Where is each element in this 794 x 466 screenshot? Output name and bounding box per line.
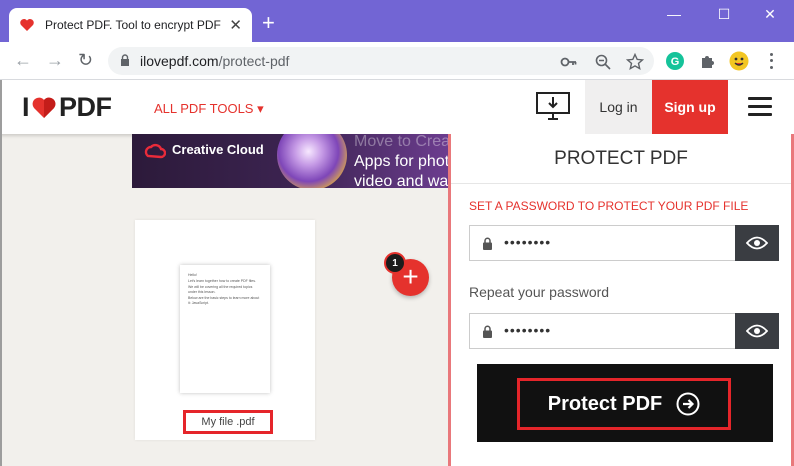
file-card[interactable]: Hello! Let's learn together how to creat…: [135, 220, 315, 440]
address-bar[interactable]: ilovepdf.com/protect-pdf: [108, 47, 654, 75]
new-tab-button[interactable]: +: [262, 12, 275, 34]
reload-icon[interactable]: ↻: [78, 50, 93, 71]
login-button[interactable]: Log in: [585, 80, 652, 134]
ilovepdf-favicon-icon: [19, 17, 35, 33]
lock-icon: [121, 54, 129, 66]
close-window-button[interactable]: ✕: [750, 6, 790, 23]
desktop-download-icon[interactable]: [536, 92, 570, 122]
svg-text:G: G: [671, 56, 680, 68]
ad-text: Move to Crea Apps for phot video and wa: [354, 134, 448, 188]
file-thumbnail: Hello! Let's learn together how to creat…: [180, 265, 270, 393]
password-field[interactable]: ••••••••: [469, 225, 735, 261]
show-password-eye-icon[interactable]: [735, 225, 779, 261]
protect-pdf-button[interactable]: Protect PDF: [517, 378, 731, 430]
tab-title: Protect PDF. Tool to encrypt PDF: [45, 18, 221, 32]
password-value: ••••••••: [504, 234, 552, 250]
creative-cloud-icon: [144, 143, 166, 159]
extensions-puzzle-icon[interactable]: [698, 51, 718, 71]
hamburger-menu-icon[interactable]: [748, 97, 772, 117]
browser-menu-icon[interactable]: [768, 51, 774, 71]
back-arrow-icon[interactable]: ←: [14, 50, 32, 71]
ad-brand: Creative Cloud: [172, 142, 264, 157]
panel-title: PROTECT PDF: [451, 134, 791, 184]
protect-pdf-label: Protect PDF: [547, 392, 663, 415]
ad-banner[interactable]: Creative Cloud Move to Crea Apps for pho…: [132, 134, 448, 188]
action-bar: Protect PDF: [477, 364, 773, 442]
show-repeat-password-eye-icon[interactable]: [735, 313, 779, 349]
panel-subtitle: SET A PASSWORD TO PROTECT YOUR PDF FILE: [469, 199, 749, 213]
ilovepdf-logo[interactable]: I PDF: [22, 92, 112, 123]
minimize-button[interactable]: —: [654, 6, 694, 22]
lock-icon: [483, 237, 492, 250]
lock-icon: [483, 325, 492, 338]
url-text: ilovepdf.com/protect-pdf: [140, 53, 290, 69]
profile-avatar-icon[interactable]: [729, 51, 749, 71]
repeat-password-label: Repeat your password: [469, 284, 610, 300]
signup-button[interactable]: Sign up: [652, 80, 728, 134]
zoom-icon[interactable]: [594, 53, 612, 71]
file-count-badge: 1: [384, 252, 406, 274]
heart-logo-icon: [32, 97, 56, 118]
repeat-password-value: ••••••••: [504, 322, 552, 338]
logo-text-i: I: [22, 92, 30, 122]
key-icon[interactable]: [560, 53, 578, 71]
repeat-password-field[interactable]: ••••••••: [469, 313, 735, 349]
maximize-button[interactable]: ☐: [704, 6, 744, 23]
bookmark-star-icon[interactable]: [626, 53, 644, 71]
logo-text-pdf: PDF: [59, 92, 112, 122]
all-pdf-tools-menu[interactable]: ALL PDF TOOLS ▾: [154, 101, 264, 117]
browser-tab[interactable]: Protect PDF. Tool to encrypt PDF ✕: [9, 8, 252, 42]
grammarly-extension-icon[interactable]: G: [665, 51, 685, 71]
file-name: My file .pdf: [183, 410, 273, 434]
arrow-right-circle-icon: [676, 392, 700, 416]
protect-panel: PROTECT PDF SET A PASSWORD TO PROTECT YO…: [448, 134, 794, 466]
ad-planet-image: [277, 134, 347, 188]
tab-close-icon[interactable]: ✕: [229, 16, 242, 34]
site-header: I PDF ALL PDF TOOLS ▾ Log in Sign up: [0, 80, 794, 134]
forward-arrow-icon[interactable]: →: [46, 50, 64, 71]
browser-titlebar: Protect PDF. Tool to encrypt PDF ✕ + — ☐…: [0, 0, 794, 42]
viewport-edge: [0, 80, 2, 466]
